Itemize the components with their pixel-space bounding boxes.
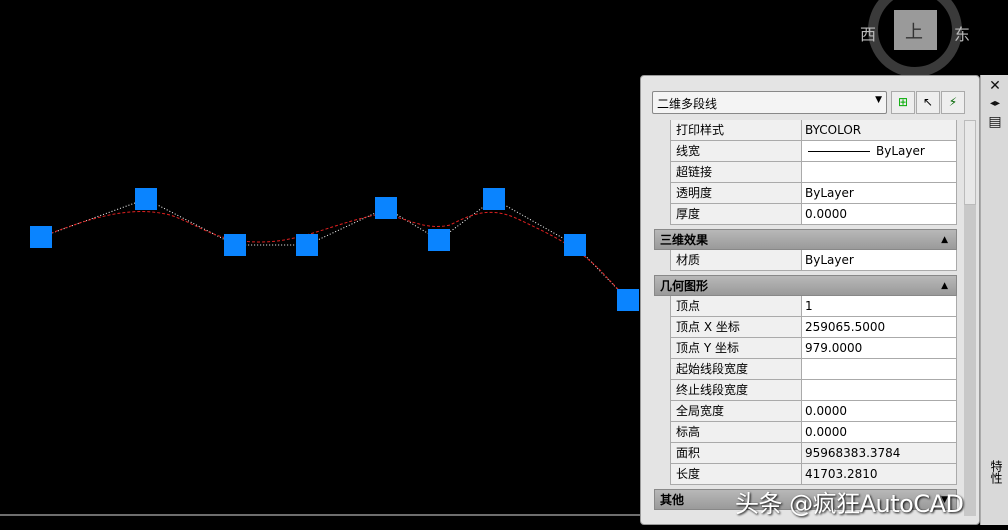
properties-menu-icon[interactable]: ▤ [987, 114, 1003, 130]
property-row[interactable]: 顶点 1 [670, 296, 957, 317]
property-value[interactable]: 1 [802, 296, 957, 316]
property-value-text: 95968383.3784 [805, 446, 901, 460]
vertex-grip[interactable] [428, 229, 450, 251]
vertex-grip[interactable] [375, 197, 397, 219]
property-value[interactable]: BYCOLOR [802, 120, 957, 140]
control-polygon [40, 198, 629, 301]
property-value[interactable]: 41703.2810 [802, 464, 957, 484]
object-type-value: 二维多段线 [657, 97, 718, 111]
property-label: 超链接 [670, 162, 802, 182]
property-value-text: ByLayer [876, 144, 925, 158]
property-value[interactable]: 259065.5000 [802, 317, 957, 337]
properties-palette: 二维多段线 ▼ ⊞ ↖ ⚡ 打印样式 BYCOLOR 线宽 ByLayer 超链接 透明度 B… [640, 75, 980, 525]
property-label: 全局宽度 [670, 401, 802, 421]
property-value[interactable] [802, 380, 957, 400]
property-grid: 打印样式 BYCOLOR 线宽 ByLayer 超链接 透明度 ByLayer 厚度 0.000… [654, 120, 957, 510]
quick-select-button[interactable]: ⚡ [941, 91, 965, 114]
viewcube-top-label[interactable]: 上 [905, 18, 923, 44]
property-value-text: ByLayer [805, 186, 854, 200]
property-row[interactable]: 起始线段宽度 [670, 359, 957, 380]
viewcube-east[interactable]: 东 [954, 21, 970, 45]
property-label: 材质 [670, 250, 802, 270]
property-value[interactable] [802, 162, 957, 182]
property-value[interactable] [802, 359, 957, 379]
property-label: 面积 [670, 443, 802, 463]
property-row[interactable]: 面积 95968383.3784 [670, 443, 957, 464]
property-label: 标高 [670, 422, 802, 442]
property-label: 线宽 [670, 141, 802, 161]
property-row[interactable]: 材质 ByLayer [670, 250, 957, 271]
property-label: 长度 [670, 464, 802, 484]
property-value-text: 1 [805, 299, 813, 313]
vertex-grip[interactable] [483, 188, 505, 210]
property-label: 透明度 [670, 183, 802, 203]
auto-hide-icon[interactable]: ◂▸ [987, 96, 1003, 112]
property-row[interactable]: 顶点 X 坐标 259065.5000 [670, 317, 957, 338]
palette-title: 特性 [989, 460, 1003, 484]
property-value[interactable]: 0.0000 [802, 204, 957, 224]
property-label: 顶点 Y 坐标 [670, 338, 802, 358]
property-label: 顶点 X 坐标 [670, 317, 802, 337]
property-value-text: 259065.5000 [805, 320, 886, 334]
property-row[interactable]: 顶点 Y 坐标 979.0000 [670, 338, 957, 359]
property-value-text: 0.0000 [805, 425, 847, 439]
polyline-curve[interactable] [40, 211, 629, 301]
lineweight-swatch [808, 151, 870, 152]
property-row[interactable]: 厚度 0.0000 [670, 204, 957, 225]
section-3d-effects[interactable]: 三维效果 ▲ [654, 229, 957, 250]
property-value[interactable]: ByLayer [802, 141, 957, 161]
property-value-text: BYCOLOR [805, 123, 862, 137]
property-value[interactable]: ByLayer [802, 250, 957, 270]
watermark: 头条 @疯狂AutoCAD [735, 490, 964, 518]
property-value[interactable]: 0.0000 [802, 401, 957, 421]
scrollbar-thumb[interactable] [964, 120, 976, 205]
vertex-grip[interactable] [564, 234, 586, 256]
vertex-grip[interactable] [135, 188, 157, 210]
property-value-text: 0.0000 [805, 207, 847, 221]
property-row[interactable]: 打印样式 BYCOLOR [670, 120, 957, 141]
property-label: 终止线段宽度 [670, 380, 802, 400]
select-objects-button[interactable]: ↖ [916, 91, 940, 114]
property-value-text: 41703.2810 [805, 467, 878, 481]
chevron-down-icon: ▼ [875, 95, 882, 105]
property-row[interactable]: 终止线段宽度 [670, 380, 957, 401]
scrollbar[interactable] [964, 120, 976, 516]
property-label: 打印样式 [670, 120, 802, 140]
vertex-grip[interactable] [617, 289, 639, 311]
property-row[interactable]: 超链接 [670, 162, 957, 183]
property-value[interactable]: 0.0000 [802, 422, 957, 442]
property-row[interactable]: 长度 41703.2810 [670, 464, 957, 485]
close-icon[interactable]: ✕ [987, 78, 1003, 94]
vertex-grip[interactable] [224, 234, 246, 256]
object-type-select[interactable]: 二维多段线 ▼ [652, 91, 887, 114]
property-row[interactable]: 标高 0.0000 [670, 422, 957, 443]
property-value-text: 979.0000 [805, 341, 863, 355]
toggle-pickadd-button[interactable]: ⊞ [891, 91, 915, 114]
property-label: 起始线段宽度 [670, 359, 802, 379]
property-value[interactable]: ByLayer [802, 183, 957, 203]
palette-title-bar[interactable]: ✕ ◂▸ ▤ 特性 [980, 75, 1008, 525]
property-row[interactable]: 全局宽度 0.0000 [670, 401, 957, 422]
property-value-text: 0.0000 [805, 404, 847, 418]
property-value[interactable]: 95968383.3784 [802, 443, 957, 463]
vertex-grip[interactable] [30, 226, 52, 248]
property-row[interactable]: 透明度 ByLayer [670, 183, 957, 204]
property-label: 厚度 [670, 204, 802, 224]
vertex-grip[interactable] [296, 234, 318, 256]
viewcube-west[interactable]: 西 [860, 21, 876, 45]
property-value[interactable]: 979.0000 [802, 338, 957, 358]
section-geometry[interactable]: 几何图形 ▲ [654, 275, 957, 296]
property-label: 顶点 [670, 296, 802, 316]
property-value-text: ByLayer [805, 253, 854, 267]
property-row[interactable]: 线宽 ByLayer [670, 141, 957, 162]
